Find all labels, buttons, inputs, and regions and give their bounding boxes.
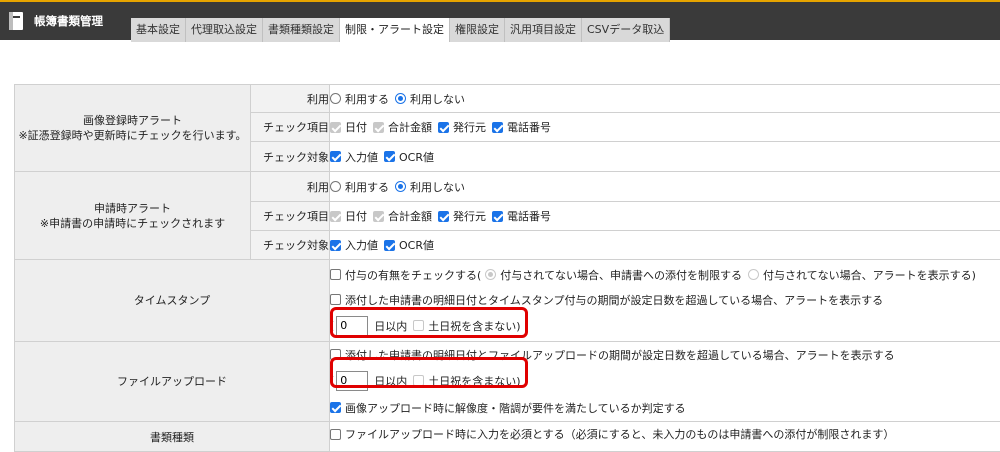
apply-alert-use-on-radio[interactable] bbox=[330, 181, 341, 192]
doc-type-section-label: 書類種類 bbox=[15, 422, 330, 452]
timestamp-period-label[interactable]: 添付した申請書の明細日付とタイムスタンプ付与の期間が設定日数を超過している場合、… bbox=[345, 292, 883, 308]
timestamp-alert-label: 付与されてない場合、アラートを表示する) bbox=[763, 267, 976, 283]
image-alert-issuer-label[interactable]: 発行元 bbox=[453, 119, 486, 135]
apply-alert-input-value-label[interactable]: 入力値 bbox=[345, 237, 378, 253]
tab-bar: 基本設定 代理取込設定 書類種類設定 制限・アラート設定 権限設定 汎用項目設定… bbox=[131, 18, 670, 42]
image-alert-phone-label[interactable]: 電話番号 bbox=[507, 119, 551, 135]
doc-type-required-checkbox[interactable] bbox=[330, 429, 341, 440]
image-alert-total-label: 合計金額 bbox=[388, 119, 432, 135]
image-alert-total-checkbox bbox=[373, 122, 384, 133]
apply-alert-issuer-label[interactable]: 発行元 bbox=[453, 208, 486, 224]
apply-alert-use-off-radio[interactable] bbox=[395, 181, 406, 192]
image-alert-phone-checkbox[interactable] bbox=[492, 122, 503, 133]
apply-alert-input-value-checkbox[interactable] bbox=[330, 240, 341, 251]
apply-alert-total-checkbox bbox=[373, 211, 384, 222]
apply-alert-issuer-checkbox[interactable] bbox=[438, 211, 449, 222]
image-alert-note: ※証憑登録時や更新時にチェックを行います。 bbox=[15, 128, 250, 143]
apply-alert-check-items-label: チェック項目 bbox=[251, 202, 330, 231]
apply-alert-check-target-cell: 入力値 OCR値 bbox=[330, 231, 1000, 260]
timestamp-cell: 付与の有無をチェックする( 付与されてない場合、申請書への添付を制限する 付与さ… bbox=[330, 260, 1000, 342]
timestamp-period-checkbox[interactable] bbox=[330, 294, 341, 305]
image-alert-date-checkbox bbox=[330, 122, 341, 133]
timestamp-exclude-holidays-checkbox bbox=[413, 320, 424, 331]
file-upload-cell: 添付した申請書の明細日付とファイルアップロードの期間が設定日数を超過している場合… bbox=[330, 342, 1000, 422]
tab-restriction-alert-settings[interactable]: 制限・アラート設定 bbox=[340, 18, 450, 42]
resolution-check-checkbox[interactable] bbox=[330, 402, 341, 413]
tab-general-item-settings[interactable]: 汎用項目設定 bbox=[505, 18, 582, 42]
apply-alert-ocr-value-checkbox[interactable] bbox=[384, 240, 395, 251]
apply-alert-phone-checkbox[interactable] bbox=[492, 211, 503, 222]
image-alert-check-target-cell: 入力値 OCR値 bbox=[330, 142, 1000, 172]
image-alert-input-value-checkbox[interactable] bbox=[330, 151, 341, 162]
timestamp-paren-open: ( bbox=[330, 319, 334, 332]
image-alert-ocr-value-checkbox[interactable] bbox=[384, 151, 395, 162]
apply-alert-use-on-label[interactable]: 利用する bbox=[345, 179, 389, 195]
tab-csv-import[interactable]: CSVデータ取込 bbox=[582, 18, 670, 42]
apply-alert-phone-label[interactable]: 電話番号 bbox=[507, 208, 551, 224]
timestamp-days-suffix: 日以内 bbox=[374, 318, 407, 334]
apply-alert-title: 申請時アラート bbox=[15, 201, 250, 216]
tab-permission-settings[interactable]: 権限設定 bbox=[450, 18, 505, 42]
apply-alert-total-label: 合計金額 bbox=[388, 208, 432, 224]
file-upload-section-label: ファイルアップロード bbox=[15, 342, 330, 422]
image-alert-use-label: 利用 bbox=[251, 85, 330, 113]
apply-alert-ocr-value-label[interactable]: OCR値 bbox=[399, 237, 434, 253]
apply-alert-section-label: 申請時アラート ※申請書の申請時にチェックされます bbox=[15, 172, 251, 260]
timestamp-exclude-holidays-label: 土日祝を含まない) bbox=[428, 318, 520, 334]
image-alert-check-items-cell: 日付 合計金額 発行元 電話番号 bbox=[330, 113, 1000, 142]
image-alert-title: 画像登録時アラート bbox=[15, 113, 250, 128]
file-upload-days-input[interactable] bbox=[336, 371, 368, 391]
doc-type-required-label[interactable]: ファイルアップロード時に入力を必須とする（必須にすると、未入力のものは申請書への… bbox=[345, 426, 894, 442]
tab-basic-settings[interactable]: 基本設定 bbox=[131, 18, 186, 42]
apply-alert-use-cell: 利用する 利用しない bbox=[330, 172, 1000, 202]
image-alert-check-items-label: チェック項目 bbox=[251, 113, 330, 142]
apply-alert-date-checkbox bbox=[330, 211, 341, 222]
alert-settings-table: 画像登録時アラート ※証憑登録時や更新時にチェックを行います。 利用 利用する … bbox=[14, 84, 1000, 452]
image-alert-use-on-radio[interactable] bbox=[330, 93, 341, 104]
top-bar: 帳簿書類管理 基本設定 代理取込設定 書類種類設定 制限・アラート設定 権限設定… bbox=[0, 0, 1000, 40]
file-upload-days-suffix: 日以内 bbox=[374, 373, 407, 389]
tab-proxy-import-settings[interactable]: 代理取込設定 bbox=[186, 18, 263, 42]
image-alert-use-off-radio[interactable] bbox=[395, 93, 406, 104]
apply-alert-use-label: 利用 bbox=[251, 172, 330, 202]
file-upload-period-label[interactable]: 添付した申請書の明細日付とファイルアップロードの期間が設定日数を超過している場合… bbox=[345, 347, 895, 363]
image-alert-use-on-label[interactable]: 利用する bbox=[345, 91, 389, 107]
timestamp-days-input[interactable] bbox=[336, 316, 368, 336]
file-upload-exclude-holidays-checkbox bbox=[413, 375, 424, 386]
timestamp-check-label[interactable]: 付与の有無をチェックする( bbox=[345, 267, 481, 283]
apply-alert-date-label: 日付 bbox=[345, 208, 367, 224]
image-alert-date-label: 日付 bbox=[345, 119, 367, 135]
image-alert-use-cell: 利用する 利用しない bbox=[330, 85, 1000, 113]
image-alert-check-target-label: チェック対象 bbox=[251, 142, 330, 172]
timestamp-restrict-label: 付与されてない場合、申請書への添付を制限する bbox=[500, 267, 742, 283]
ledger-app-icon bbox=[9, 12, 23, 30]
file-upload-period-checkbox[interactable] bbox=[330, 349, 341, 360]
image-alert-use-off-label[interactable]: 利用しない bbox=[410, 91, 465, 107]
timestamp-restrict-radio bbox=[485, 269, 496, 280]
apply-alert-use-off-label[interactable]: 利用しない bbox=[410, 179, 465, 195]
apply-alert-note: ※申請書の申請時にチェックされます bbox=[15, 216, 250, 231]
image-alert-issuer-checkbox[interactable] bbox=[438, 122, 449, 133]
file-upload-exclude-holidays-label: 土日祝を含まない) bbox=[428, 373, 520, 389]
timestamp-check-checkbox[interactable] bbox=[330, 269, 341, 280]
image-alert-input-value-label[interactable]: 入力値 bbox=[345, 149, 378, 165]
apply-alert-check-items-cell: 日付 合計金額 発行元 電話番号 bbox=[330, 202, 1000, 231]
apply-alert-check-target-label: チェック対象 bbox=[251, 231, 330, 260]
image-alert-ocr-value-label[interactable]: OCR値 bbox=[399, 149, 434, 165]
timestamp-section-label: タイムスタンプ bbox=[15, 260, 330, 342]
file-upload-paren-open: ( bbox=[330, 374, 334, 387]
doc-type-cell: ファイルアップロード時に入力を必須とする（必須にすると、未入力のものは申請書への… bbox=[330, 422, 1000, 452]
timestamp-alert-radio bbox=[748, 269, 759, 280]
image-alert-section-label: 画像登録時アラート ※証憑登録時や更新時にチェックを行います。 bbox=[15, 85, 251, 172]
app-title: 帳簿書類管理 bbox=[34, 13, 103, 29]
tab-document-type-settings[interactable]: 書類種類設定 bbox=[263, 18, 340, 42]
resolution-check-label[interactable]: 画像アップロード時に解像度・階調が要件を満たしているか判定する bbox=[345, 400, 686, 416]
